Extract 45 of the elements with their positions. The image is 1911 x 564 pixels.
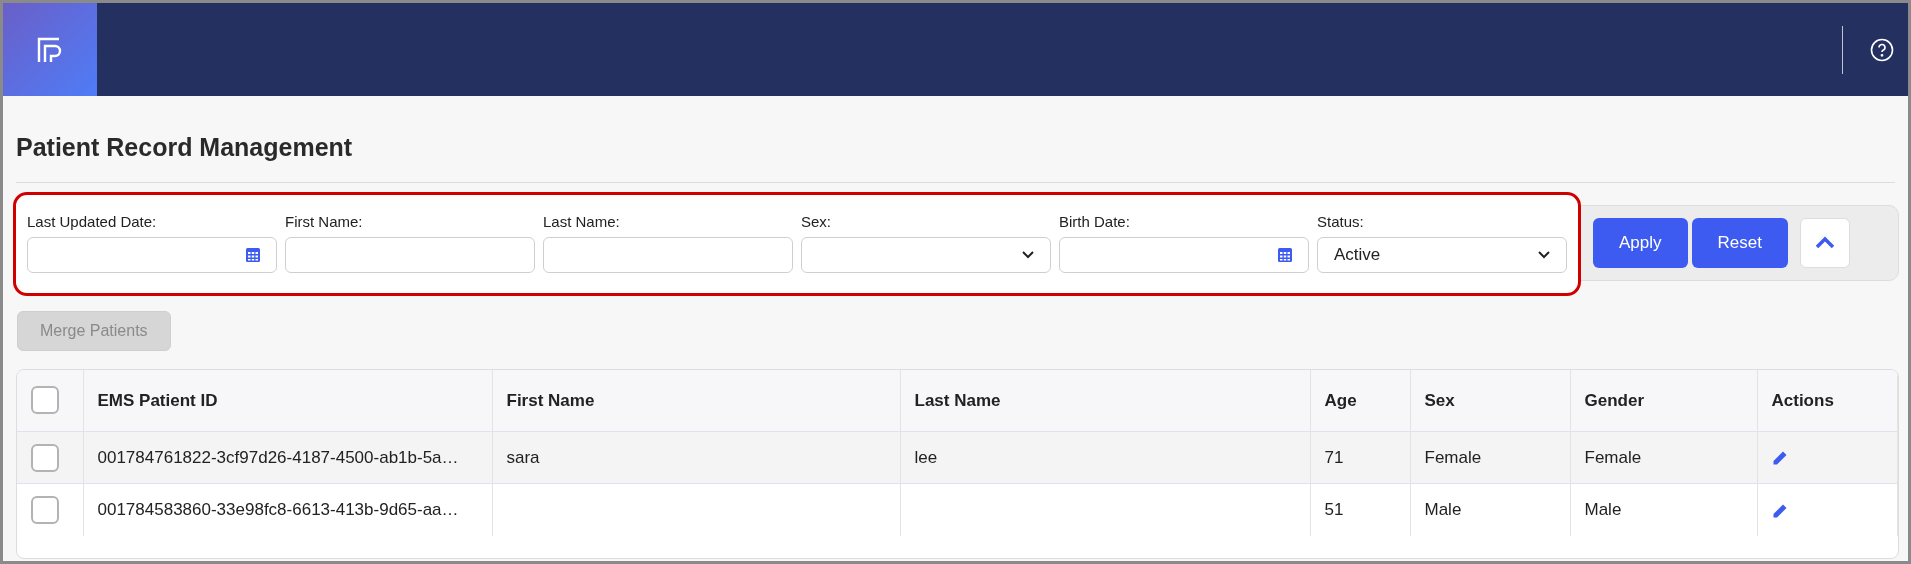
row-checkbox[interactable] <box>31 495 59 524</box>
table-cell: sara <box>492 431 900 484</box>
filter-label: Last Updated Date: <box>27 212 158 232</box>
column-header: Sex <box>1410 369 1570 432</box>
table-cell: 71 <box>1310 431 1410 484</box>
calendar-icon <box>1278 247 1292 262</box>
help-icon[interactable] <box>1870 37 1894 62</box>
apply-button[interactable]: Apply <box>1593 217 1688 268</box>
filter-label: Last Name: <box>543 212 621 232</box>
text-field[interactable] <box>285 236 535 273</box>
logo-icon <box>37 36 63 63</box>
table-cell: Female <box>1410 431 1570 484</box>
select-all-checkbox[interactable] <box>31 386 59 415</box>
column-header: Actions <box>1757 369 1898 432</box>
filter-label: Status: <box>1317 212 1365 232</box>
table-cell: 51 <box>1310 483 1410 536</box>
page-title: Patient Record Management <box>15 132 354 163</box>
table-cell: 001784761822-3cf97d26-4187-4500-ab1b-5a… <box>83 431 492 484</box>
filter-label: Birth Date: <box>1059 212 1131 232</box>
table-cell: Female <box>1570 431 1757 484</box>
date-field[interactable] <box>1059 236 1309 273</box>
table-cell: 001784583860-33e98fc8-6613-413b-9d65-aa… <box>83 483 492 536</box>
collapse-button[interactable] <box>1799 217 1850 268</box>
column-header: Last Name <box>900 369 1310 432</box>
filter-label: First Name: <box>285 212 364 232</box>
reset-button[interactable]: Reset <box>1691 217 1788 268</box>
table-cell: Male <box>1570 483 1757 536</box>
text-field[interactable] <box>543 236 793 273</box>
caret-icon <box>1022 250 1034 259</box>
calendar-icon <box>246 247 260 262</box>
filter-label: Sex: <box>801 212 832 232</box>
date-field[interactable] <box>27 236 277 273</box>
column-header: First Name <box>492 369 900 432</box>
caret-icon <box>1538 250 1550 259</box>
select-field[interactable] <box>801 236 1051 273</box>
column-header: Gender <box>1570 369 1757 432</box>
pencil-icon[interactable] <box>1771 450 1788 467</box>
select-field[interactable]: Active <box>1317 236 1567 273</box>
table-cell: Male <box>1410 483 1570 536</box>
pencil-icon[interactable] <box>1771 502 1788 519</box>
column-header: EMS Patient ID <box>83 369 492 432</box>
column-header: Age <box>1310 369 1410 432</box>
row-checkbox[interactable] <box>31 443 59 472</box>
table-cell: lee <box>900 431 1310 484</box>
chevron-up-icon <box>1814 236 1835 250</box>
